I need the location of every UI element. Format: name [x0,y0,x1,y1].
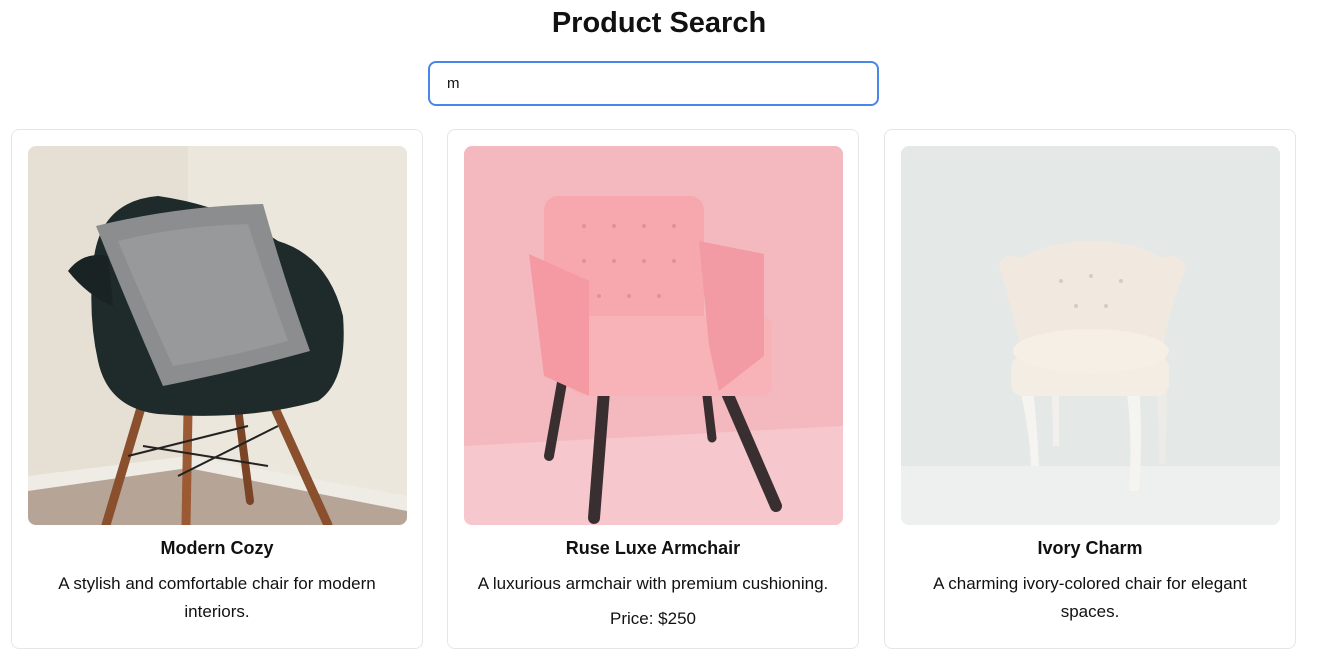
product-name: Modern Cozy [160,538,274,558]
product-description: A luxurious armchair with premium cushio… [477,574,829,593]
product-image-ruse-luxe-armchair [464,146,843,525]
product-name: Ivory Charm [1037,538,1143,558]
product-name: Ruse Luxe Armchair [565,538,741,558]
product-card-ivory-charm[interactable]: Ivory Charm A charming ivory-colored cha… [884,129,1296,649]
product-card-ruse-luxe-armchair[interactable]: Ruse Luxe Armchair A luxurious armchair … [447,129,859,649]
product-description: A stylish and comfortable chair for mode… [58,574,376,621]
product-image-ivory-charm [901,146,1280,525]
product-description: A charming ivory-colored chair for elega… [933,574,1247,621]
search-input[interactable] [428,61,879,106]
product-card-modern-cozy[interactable]: Modern Cozy A stylish and comfortable ch… [11,129,423,649]
product-price: Price: $250 [610,609,696,628]
product-image-modern-cozy [28,146,407,525]
page-title: Product Search [551,7,767,39]
